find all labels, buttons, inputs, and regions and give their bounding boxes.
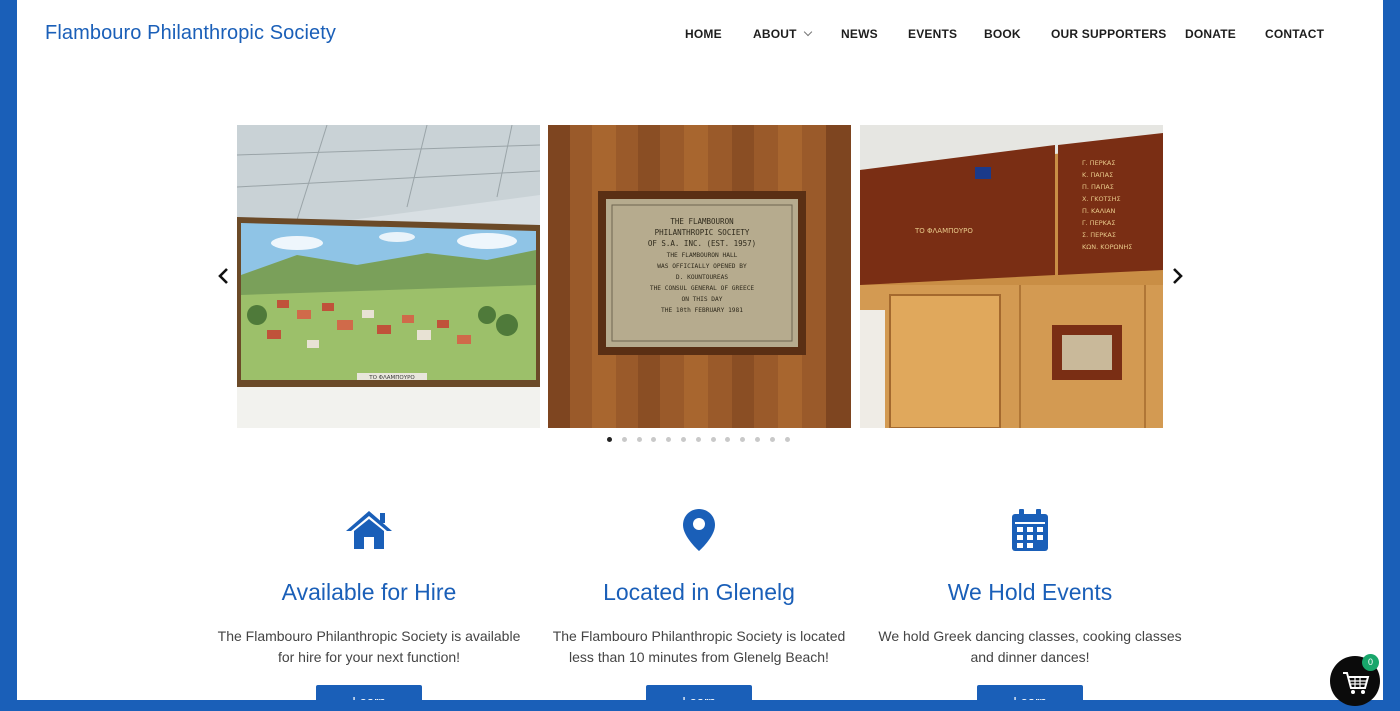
feature-title: Located in Glenelg [603, 579, 795, 605]
carousel-dot[interactable] [681, 437, 686, 442]
honour-board-name: Κ. ΠΑΠΑΣ [1082, 171, 1113, 179]
carousel-dot[interactable] [740, 437, 746, 442]
learn-more-button[interactable]: Learn More [977, 685, 1083, 700]
house-icon [346, 511, 392, 549]
honour-board-heading: ΤΟ ΦΛΑΜΠΟΥΡΟ [914, 227, 973, 235]
feature-description: We hold Greek dancing classes, cooking c… [878, 628, 1182, 665]
feature-hire: Available for Hire The Flambouro Philant… [209, 505, 529, 700]
carousel-dot[interactable] [710, 437, 716, 442]
honour-board-name: Σ. ΠΕΡΚΑΣ [1082, 231, 1116, 239]
plaque-text-line: THE FLAMBOURON [670, 217, 733, 226]
village-painting-image: ΤΟ ΦΛΑΜΠΟΥΡΟ [237, 125, 540, 428]
carousel-dot[interactable] [755, 437, 760, 442]
plaque-text-line: OF S.A. INC. (EST. 1957) [648, 239, 756, 248]
cart-count-badge: 0 [1362, 654, 1379, 671]
plaque-text-line: THE FLAMBOURON HALL [667, 252, 738, 259]
painting-caption: ΤΟ ΦΛΑΜΠΟΥΡΟ [368, 375, 415, 381]
learn-more-button[interactable]: Learn More [316, 685, 422, 700]
honour-board-name: Π. ΚΑΛΙΑΝ [1082, 207, 1116, 215]
feature-title: Available for Hire [281, 579, 457, 605]
honour-board-name: ΚΩΝ. ΚΟΡΩΝΗΣ [1082, 243, 1132, 251]
slide-honour-board[interactable]: ΤΟ ΦΛΑΜΠΟΥΡΟ Γ. ΠΕΡΚΑΣ Κ. ΠΑΠΑΣ Π. ΠΑΠΑΣ Χ. … [860, 125, 1163, 428]
honour-board-name: Π. ΠΑΠΑΣ [1082, 183, 1114, 191]
carousel-dot[interactable] [621, 437, 627, 442]
honour-board-name: Γ. ΠΕΡΚΑΣ [1082, 159, 1115, 167]
plaque-text-line: ON THIS DAY [682, 296, 723, 303]
carousel-dot[interactable] [784, 437, 790, 442]
feature-location: Located in Glenelg The Flambouro Philant… [539, 505, 859, 700]
feature-events: We Hold Events We hold Greek dancing cla… [870, 505, 1190, 700]
plaque-text-line: D. KOUNTOUREAS [676, 274, 728, 281]
feature-description: The Flambouro Philanthropic Society is l… [552, 628, 846, 665]
calendar-icon [1012, 509, 1048, 551]
plaque-text-line: THE CONSUL GENERAL OF GREECE [650, 285, 755, 292]
learn-more-button[interactable]: Learn More [646, 685, 752, 700]
feature-description: The Flambouro Philanthropic Society is a… [217, 628, 521, 665]
plaque-image: THE FLAMBOURON PHILANTHROPIC SOCIETY OF S.… [548, 125, 851, 428]
plaque-text-line: PHILANTHROPIC SOCIETY [655, 228, 750, 237]
plaque-text-line: THE 10th FEBRUARY 1981 [661, 307, 743, 314]
feature-title: We Hold Events [947, 579, 1113, 605]
slide-brass-plaque[interactable]: THE FLAMBOURON PHILANTHROPIC SOCIETY OF S.… [548, 125, 851, 428]
plaque-text-line: WAS OFFICIALLY OPENED BY [657, 263, 747, 270]
honour-board-image: ΤΟ ΦΛΑΜΠΟΥΡΟ Γ. ΠΕΡΚΑΣ Κ. ΠΑΠΑΣ Π. ΠΑΠΑΣ Χ. … [860, 125, 1163, 428]
carousel-dot[interactable] [651, 437, 657, 442]
chevron-left-icon[interactable] [216, 266, 232, 286]
slide-village-painting[interactable]: ΤΟ ΦΛΑΜΠΟΥΡΟ [237, 125, 540, 428]
chevron-right-icon[interactable] [1169, 266, 1185, 286]
map-pin-icon [683, 509, 715, 551]
honour-board-name: Γ. ΠΕΡΚΑΣ [1082, 219, 1115, 227]
carousel-dot[interactable] [725, 437, 731, 442]
image-carousel: ΤΟ ΦΛΑΜΠΟΥΡΟ THE FLAMBOURON PHILANTHROPIC… [17, 0, 1383, 460]
carousel-dot[interactable] [636, 437, 642, 442]
carousel-dot[interactable] [769, 437, 775, 442]
carousel-dot[interactable] [695, 437, 701, 442]
carousel-dot[interactable] [607, 437, 612, 442]
page: Flambouro Philanthropic Society HOME ABO… [17, 0, 1383, 700]
carousel-dot[interactable] [666, 437, 672, 442]
honour-board-name: Χ. ΓΚΟΤΣΗΣ [1082, 195, 1121, 203]
